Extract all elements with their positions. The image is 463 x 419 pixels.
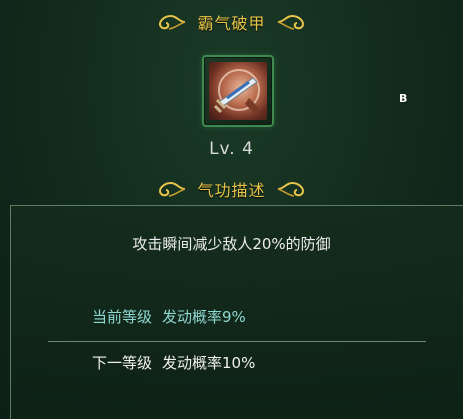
next-level-row: 下一等级 发动概率10% <box>92 352 255 373</box>
skill-icon-frame[interactable] <box>202 55 274 127</box>
next-level-label: 下一等级 <box>92 354 153 372</box>
section-title-row: 气功描述 <box>0 177 463 201</box>
current-level-row: 当前等级 发动概率9% <box>92 306 246 327</box>
marker-label: B <box>399 92 408 105</box>
sword-icon <box>209 62 267 120</box>
skill-name: 霸气破甲 <box>197 14 266 33</box>
current-level-label: 当前等级 <box>92 308 153 326</box>
skill-title-row: 霸气破甲 <box>0 10 463 34</box>
skill-description: 攻击瞬间减少敌人20%的防御 <box>132 235 331 253</box>
next-level-value: 发动概率10% <box>162 354 256 372</box>
current-level-value: 发动概率9% <box>162 308 246 326</box>
ornament-left-icon <box>159 181 186 197</box>
ornament-right-icon <box>277 14 304 30</box>
section-title: 气功描述 <box>197 181 266 200</box>
ornament-left-icon <box>159 14 186 30</box>
skill-level: Lv. 4 <box>209 139 254 159</box>
ornament-right-icon <box>277 181 304 197</box>
divider <box>48 341 426 342</box>
